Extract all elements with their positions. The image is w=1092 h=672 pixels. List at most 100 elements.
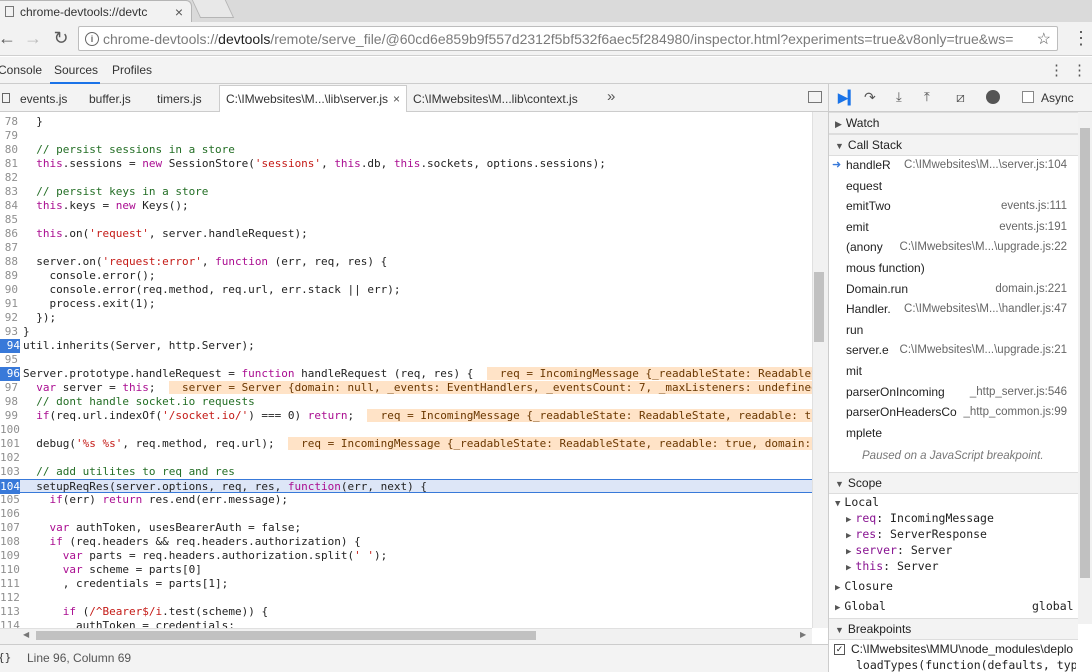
line-number[interactable]: 98 [0, 395, 18, 409]
pause-on-exceptions-icon[interactable] [986, 90, 1000, 104]
frame-location[interactable]: events.js:191 [999, 217, 1067, 237]
step-out-icon[interactable]: ⤒ [924, 89, 930, 105]
line-number[interactable]: 108 [0, 535, 20, 549]
call-frame[interactable]: parserOnIncoming _http_server.js:546 [829, 382, 1069, 402]
editor-vertical-scroll-thumb[interactable] [814, 272, 824, 342]
code-line[interactable]: 104 setupReqRes(server.options, req, res… [0, 479, 812, 494]
line-number[interactable]: 100 [0, 423, 20, 437]
watch-section-header[interactable]: ▶ Watch [829, 112, 1078, 134]
call-frame[interactable]: Handler. C:\IMwebsites\M...\handler.js:47 [829, 299, 1069, 319]
line-number[interactable]: 80 [0, 143, 18, 157]
file-tab-events[interactable]: events.js [20, 92, 67, 106]
line-number[interactable]: 82 [0, 171, 18, 185]
call-frame[interactable]: equest [829, 176, 1069, 196]
code-line[interactable]: 84 this.keys = new Keys(); [0, 199, 812, 213]
devtools-more-icon[interactable]: ⋮ [1072, 61, 1087, 79]
call-frame[interactable]: Domain.run domain.js:221 [829, 279, 1069, 299]
line-number[interactable]: 85 [0, 213, 18, 227]
line-number[interactable]: 111 [0, 577, 20, 591]
line-number[interactable]: 106 [0, 507, 20, 521]
breakpoint-checkbox[interactable]: ✓ [834, 644, 845, 655]
deactivate-breakpoints-icon[interactable]: ⧄ [956, 89, 965, 106]
line-number[interactable]: 97 [0, 381, 18, 395]
line-number[interactable]: 86 [0, 227, 18, 241]
call-stack-section-header[interactable]: ▼ Call Stack [829, 134, 1078, 156]
code-editor[interactable]: 78 } 79 80 // persist sessions in a store 8… [0, 112, 812, 628]
resume-icon[interactable]: ▶▎ [838, 90, 858, 106]
code-line[interactable]: 93} [0, 325, 812, 339]
call-frame[interactable]: (anony C:\IMwebsites\M...\upgrade.js:22 [829, 237, 1069, 257]
call-frame[interactable]: emit events.js:191 [829, 217, 1069, 237]
tab-sources[interactable]: Sources [54, 63, 98, 77]
breakpoint-marker[interactable]: 96 [0, 367, 20, 381]
line-number[interactable]: 114 [0, 619, 20, 628]
local-scope-header[interactable]: ▼ Local [835, 495, 879, 509]
frame-location[interactable]: _http_common.js:99 [963, 402, 1067, 422]
line-number[interactable]: 93 [0, 325, 18, 339]
reload-icon[interactable]: ↻ [50, 27, 72, 49]
call-frame[interactable]: emitTwo events.js:111 [829, 196, 1069, 216]
line-number[interactable]: 79 [0, 129, 18, 143]
line-number[interactable]: 95 [0, 353, 18, 367]
call-frame[interactable]: parserOnHeadersCo _http_common.js:99 [829, 402, 1069, 422]
file-tab-server[interactable]: C:\IMwebsites\M...\lib\server.js [226, 92, 388, 106]
line-number[interactable]: 101 [0, 437, 20, 451]
frame-location[interactable]: C:\IMwebsites\M...\server.js:104 [904, 155, 1067, 175]
code-line[interactable]: 90 console.error(req.method, req.url, er… [0, 283, 812, 297]
code-line[interactable]: 108 if (req.headers && req.headers.autho… [0, 535, 812, 549]
file-tab-timers[interactable]: timers.js [157, 92, 202, 106]
tab-console[interactable]: Console [0, 63, 42, 77]
line-number[interactable]: 109 [0, 549, 20, 563]
scope-variable[interactable]: ▶ this: Server [846, 559, 939, 573]
code-line[interactable]: 91 process.exit(1); [0, 297, 812, 311]
code-line[interactable]: 92 }); [0, 311, 812, 325]
async-checkbox[interactable] [1022, 91, 1034, 103]
tab-profiles[interactable]: Profiles [112, 63, 152, 77]
line-number[interactable]: 89 [0, 269, 18, 283]
code-line[interactable]: 83 // persist keys in a store [0, 185, 812, 199]
scope-variable[interactable]: ▶ req: IncomingMessage [846, 511, 994, 525]
code-line[interactable]: 94 util.inherits(Server, http.Server); [0, 339, 812, 353]
code-line[interactable]: 99 if(req.url.indexOf('/socket.io/') ===… [0, 409, 812, 423]
call-frame[interactable]: ➜ handleR C:\IMwebsites\M...\server.js:104 [829, 155, 1069, 175]
call-frame[interactable]: server.e C:\IMwebsites\M...\upgrade.js:21 [829, 340, 1069, 360]
code-line[interactable]: 103 // add utilites to req and res [0, 465, 812, 479]
frame-location[interactable]: _http_server.js:546 [970, 382, 1067, 402]
line-number[interactable]: 107 [0, 521, 20, 535]
breakpoint-marker[interactable]: 94 [0, 339, 20, 353]
scope-variable[interactable]: ▶ res: ServerResponse [846, 527, 987, 541]
line-number[interactable]: 112 [0, 591, 20, 605]
line-number[interactable]: 88 [0, 255, 18, 269]
code-line[interactable]: 87 [0, 241, 812, 255]
line-number[interactable]: 103 [0, 465, 20, 479]
code-line[interactable]: 106 [0, 507, 812, 521]
global-scope-header[interactable]: ▶ Global [835, 599, 886, 613]
code-line[interactable]: 98 // dont handle socket.io requests [0, 395, 812, 409]
line-number[interactable]: 78 [0, 115, 18, 129]
code-line[interactable]: 78 } [0, 115, 812, 129]
step-over-icon[interactable]: ↷ [864, 89, 876, 106]
line-number[interactable]: 90 [0, 283, 18, 297]
code-line[interactable]: 100 [0, 423, 812, 437]
code-line[interactable]: 102 [0, 451, 812, 465]
closure-scope-header[interactable]: ▶ Closure [835, 579, 893, 593]
line-number[interactable]: 102 [0, 451, 20, 465]
code-line[interactable]: 96 Server.prototype.handleRequest = funct… [0, 367, 812, 381]
code-line[interactable]: 89 console.error(); [0, 269, 812, 283]
code-line[interactable]: 97 var server = this; server = Server {d… [0, 381, 812, 395]
code-line[interactable]: 80 // persist sessions in a store [0, 143, 812, 157]
editor-vertical-scrollbar[interactable] [812, 112, 828, 628]
more-tabs-icon[interactable]: » [607, 88, 615, 105]
scroll-left-icon[interactable]: ◀ [23, 630, 29, 639]
scope-section-header[interactable]: ▼ Scope [829, 472, 1078, 494]
line-number[interactable]: 81 [0, 157, 18, 171]
code-line[interactable]: 105 if(err) return res.end(err.message); [0, 493, 812, 507]
code-line[interactable]: 110 var scheme = parts[0] [0, 563, 812, 577]
code-line[interactable]: 88 server.on('request:error', function (… [0, 255, 812, 269]
line-number[interactable]: 105 [0, 493, 20, 507]
line-number[interactable]: 87 [0, 241, 18, 255]
code-line[interactable]: 113 if (/^Bearer$/i.test(scheme)) { [0, 605, 812, 619]
pretty-print-button[interactable]: {} [0, 651, 11, 664]
file-tab-context[interactable]: C:\IMwebsites\M...lib\context.js [413, 92, 578, 106]
breakpoint-marker[interactable]: 104 [0, 480, 20, 494]
